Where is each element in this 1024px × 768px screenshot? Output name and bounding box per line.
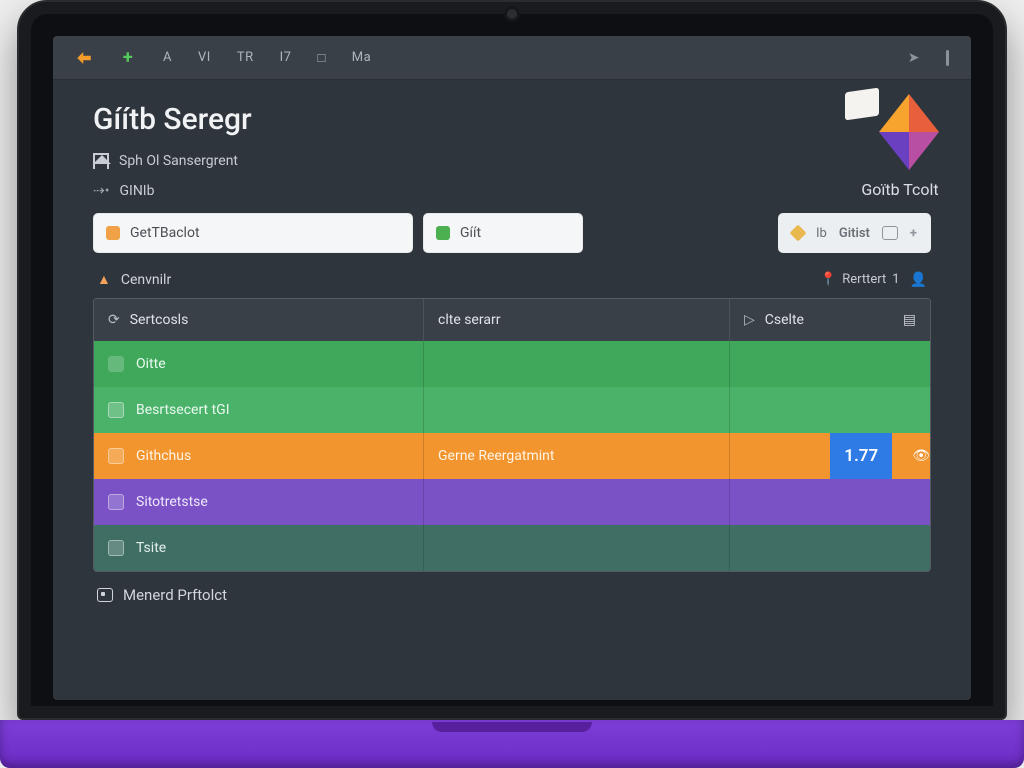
camera-dot <box>507 9 517 19</box>
table-header: ⟳ Sertcosls clte serarr ▷ Cselte ▤ <box>94 299 930 341</box>
filter-chip[interactable]: Ib Gitist + <box>778 213 931 253</box>
search-input-secondary[interactable]: Gíít <box>423 213 583 253</box>
sub-nav[interactable]: ⇢• GINIb <box>93 183 931 199</box>
th-col3-label: Cselte <box>765 312 804 328</box>
row-icon <box>108 494 124 510</box>
app-icon <box>75 49 93 67</box>
bezel: + A VI TR I7 □ Ma ➤ Goïtb Tcolt <box>17 0 1007 720</box>
th-col3[interactable]: ▷ Cselte ▤ <box>730 299 930 341</box>
square-orange-icon <box>106 226 120 240</box>
tab-4[interactable]: □ <box>317 50 325 66</box>
row-icon <box>108 448 124 464</box>
eye-icon[interactable]: 👁 <box>912 448 930 464</box>
data-table: ⟳ Sertcosls clte serarr ▷ Cselte ▤ <box>93 298 931 572</box>
more-icon[interactable] <box>946 50 949 66</box>
tab-5[interactable]: Ma <box>352 50 371 65</box>
footer-row[interactable]: Menerd Prftolct <box>93 572 931 618</box>
page-title: Gíítb Seregr <box>93 102 931 137</box>
brand-block: Goïtb Tcolt <box>845 90 955 199</box>
search-secondary-value: Gíít <box>460 225 481 241</box>
table-row[interactable]: Sitotretstse <box>94 479 930 525</box>
table-row[interactable]: Githchus Gerne Reergatmint 1.77 👁 <box>94 433 930 479</box>
th-col2[interactable]: clte serarr <box>424 299 730 341</box>
stat-label: Rerttert <box>842 272 886 287</box>
breadcrumb-label: Sph Ol Sansergrent <box>119 153 238 169</box>
breadcrumb[interactable]: Sph Ol Sansergrent <box>93 153 931 169</box>
row-icon <box>108 540 124 556</box>
card-icon <box>882 226 898 240</box>
row-c1: Sitotretstse <box>136 494 208 510</box>
sub-nav-label: GINIb <box>119 183 154 199</box>
laptop-base <box>0 720 1024 768</box>
th-col1[interactable]: ⟳ Sertcosls <box>94 299 424 341</box>
row-c2: Gerne Reergatmint <box>438 448 554 464</box>
table-row[interactable]: Oitte <box>94 341 930 387</box>
card-icon <box>97 588 113 602</box>
category-label[interactable]: Cenvnilr <box>121 272 171 288</box>
tab-0[interactable]: A <box>163 50 172 65</box>
brand-name: Goïtb Tcolt <box>845 180 955 199</box>
book-icon: ▤ <box>903 312 916 328</box>
search-input-primary[interactable]: GetTBaclot <box>93 213 413 253</box>
category-row: ▲ Cenvnilr 📍 Rerttert 1 👤 <box>93 261 931 298</box>
app-screen: + A VI TR I7 □ Ma ➤ Goïtb Tcolt <box>53 36 971 700</box>
table-row[interactable]: Besrtsecert tGI <box>94 387 930 433</box>
pin-icon: 📍 <box>820 272 836 287</box>
top-tabstrip: + A VI TR I7 □ Ma ➤ <box>53 36 971 80</box>
filter-left: Ib <box>816 226 827 241</box>
row-c1: Githchus <box>136 448 191 464</box>
add-icon[interactable]: + <box>119 49 137 67</box>
footer-label: Menerd Prftolct <box>123 586 227 604</box>
filter-label: Gitist <box>839 226 870 241</box>
row-c1: Oitte <box>136 356 166 372</box>
app-body: Goïtb Tcolt Gíítb Seregr Sph Ol Sansergr… <box>53 80 971 700</box>
merge-icon: ⇢• <box>93 183 109 199</box>
flame-icon: ▲ <box>97 271 111 288</box>
search-primary-value: GetTBaclot <box>130 225 200 241</box>
search-row: GetTBaclot Gíít Ib Gitist + <box>93 213 931 253</box>
diamond-icon <box>790 225 807 242</box>
row-c1: Besrtsecert tGI <box>136 402 230 418</box>
row-c1: Tsite <box>136 540 166 556</box>
stat-chip[interactable]: 📍 Rerttert 1 <box>820 272 900 287</box>
th-col1-label: Sertcosls <box>130 312 189 328</box>
tab-3[interactable]: I7 <box>280 50 292 65</box>
spinner-icon: ⟳ <box>108 312 120 328</box>
row-icon <box>108 402 124 418</box>
square-green-icon <box>436 226 450 240</box>
add-filter-icon[interactable]: + <box>910 226 917 241</box>
tab-1[interactable]: VI <box>198 50 211 65</box>
row-icon <box>108 356 124 372</box>
table-row[interactable]: Tsite <box>94 525 930 571</box>
th-col2-label: clte serarr <box>438 312 500 328</box>
laptop-frame: + A VI TR I7 □ Ma ➤ Goïtb Tcolt <box>0 0 1024 768</box>
stat-value: 1 <box>892 272 899 287</box>
person-icon[interactable]: 👤 <box>910 272 927 288</box>
tab-2[interactable]: TR <box>237 50 254 65</box>
home-icon <box>93 153 109 169</box>
chevron-right-icon: ▷ <box>744 312 755 328</box>
brand-logo <box>845 90 955 176</box>
collapse-icon[interactable]: ➤ <box>908 50 920 66</box>
row-value-badge: 1.77 <box>830 433 892 479</box>
